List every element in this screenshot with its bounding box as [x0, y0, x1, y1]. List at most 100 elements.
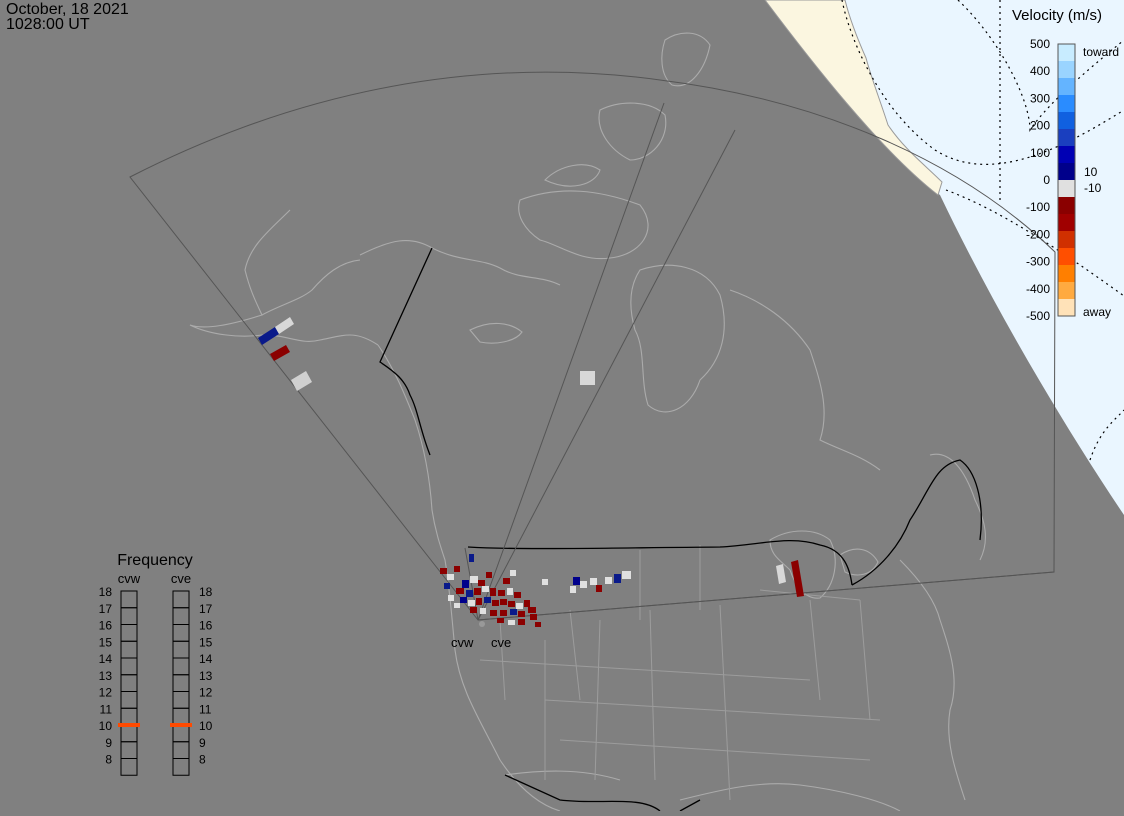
- scatter-cell: [510, 609, 517, 615]
- frequency-level-label-right: 10: [199, 719, 213, 733]
- frequency-level-label-right: 12: [199, 686, 213, 700]
- colorbar-swatch: [1058, 299, 1075, 317]
- frequency-radar-a-label: cvw: [118, 571, 141, 586]
- scatter-cell: [518, 619, 525, 625]
- frequency-level-label-left: 8: [105, 753, 112, 767]
- frequency-level-label-right: 16: [199, 619, 213, 633]
- scatter-cell: [500, 610, 507, 616]
- scatter-cell: [470, 576, 478, 583]
- scatter-cell: [456, 588, 464, 594]
- frequency-level-label-right: 14: [199, 652, 213, 666]
- scatter-cell: [448, 595, 454, 601]
- scatter-cell: [605, 577, 612, 584]
- scatter-cell: [528, 607, 536, 613]
- scatter-cell: [470, 607, 477, 613]
- colorbar-tick-label: 200: [1030, 119, 1050, 133]
- frequency-radar-b-label: cve: [171, 571, 191, 586]
- scatter-cell: [482, 586, 489, 592]
- scatter-cell: [480, 608, 486, 614]
- scatter-cell: [570, 586, 576, 593]
- scatter-cell: [622, 571, 631, 579]
- scatter-cell: [518, 611, 525, 617]
- colorbar-tick-label: 300: [1030, 91, 1050, 105]
- colorbar-inner-upper: 10: [1084, 165, 1098, 179]
- colorbar-swatch: [1058, 61, 1075, 79]
- colorbar-swatch: [1058, 265, 1075, 283]
- scatter-cell: [590, 578, 597, 585]
- colorbar-swatch: [1058, 214, 1075, 232]
- colorbar-swatch: [1058, 163, 1075, 181]
- scatter-cell: [484, 597, 491, 603]
- frequency-level-label-left: 13: [99, 669, 113, 683]
- scatter-cell: [614, 574, 621, 583]
- scatter-cell: [542, 579, 548, 585]
- colorbar-away-label: away: [1083, 305, 1111, 319]
- colorbar-swatch: [1058, 282, 1075, 300]
- frequency-title: Frequency: [117, 552, 193, 569]
- frequency-level-label-right: 15: [199, 635, 213, 649]
- scatter-cell: [500, 599, 507, 605]
- scatter-cell: [474, 588, 481, 595]
- scatter-cell: [580, 581, 587, 588]
- scatter-cell: [508, 601, 515, 607]
- frequency-level-label-left: 17: [99, 602, 113, 616]
- frequency-marker: [170, 723, 192, 727]
- colorbar-swatch: [1058, 44, 1075, 62]
- colorbar-swatch: [1058, 78, 1075, 96]
- frequency-level-label-left: 12: [99, 686, 113, 700]
- scatter-cell: [447, 574, 454, 580]
- frequency-level-label-left: 18: [99, 585, 113, 599]
- scatter-cell: [476, 598, 482, 605]
- scatter-cell: [508, 620, 515, 625]
- frequency-level-label-right: 8: [199, 753, 206, 767]
- frequency-level-label-left: 10: [99, 719, 113, 733]
- map-stage: cvw cve Velocity (m/s) 500 400 300 200 1…: [0, 0, 1124, 812]
- colorbar-swatch: [1058, 95, 1075, 113]
- colorbar-swatches: [1058, 44, 1075, 317]
- scatter-cell: [454, 603, 460, 608]
- scatter-cell: [469, 554, 474, 562]
- frequency-level-label-right: 13: [199, 669, 213, 683]
- frequency-marker: [118, 723, 140, 727]
- map-canvas: cvw cve Velocity (m/s) 5004003002001000-…: [0, 0, 1124, 812]
- colorbar-swatch: [1058, 180, 1075, 198]
- radar-label-east: cve: [491, 635, 511, 650]
- scatter-cell: [490, 610, 497, 616]
- frequency-level-label-right: 11: [199, 702, 212, 716]
- frequency-level-label-right: 18: [199, 585, 213, 599]
- scatter-cell: [514, 592, 521, 598]
- scatter-cell: [580, 371, 595, 385]
- colorbar-tick-label: -400: [1026, 282, 1050, 296]
- frequency-level-label-left: 11: [100, 702, 113, 716]
- scatter-cell: [510, 570, 516, 576]
- frequency-level-label-left: 9: [105, 736, 112, 750]
- scatter-cell: [503, 578, 510, 584]
- colorbar-tick-label: 100: [1030, 146, 1050, 160]
- colorbar-tick-label: -500: [1026, 309, 1050, 323]
- colorbar-tick-label: -300: [1026, 255, 1050, 269]
- colorbar-swatch: [1058, 129, 1075, 147]
- colorbar-swatch: [1058, 146, 1075, 164]
- scatter-cell: [507, 588, 513, 595]
- scatter-cell: [573, 577, 580, 585]
- colorbar-swatch: [1058, 112, 1075, 130]
- colorbar-tick-label: -200: [1026, 227, 1050, 241]
- scatter-cell: [444, 583, 450, 589]
- scatter-cell: [490, 588, 496, 596]
- scatter-cell: [454, 566, 460, 572]
- scatter-cell: [492, 600, 499, 606]
- scatter-cell: [497, 618, 504, 623]
- colorbar-inner-lower: -10: [1084, 181, 1102, 195]
- frequency-level-label-left: 15: [99, 635, 113, 649]
- colorbar-swatch: [1058, 248, 1075, 266]
- colorbar-tick-label: 400: [1030, 64, 1050, 78]
- colorbar-swatch: [1058, 231, 1075, 249]
- frequency-level-label-left: 14: [99, 652, 113, 666]
- colorbar-tick-label: 0: [1043, 173, 1050, 187]
- scatter-cell: [440, 568, 447, 574]
- frequency-level-label-right: 9: [199, 736, 206, 750]
- scatter-cell: [468, 600, 475, 606]
- time-label: 1028:00 UT: [6, 16, 90, 33]
- scatter-cell: [462, 580, 469, 588]
- frequency-level-label-left: 16: [99, 619, 113, 633]
